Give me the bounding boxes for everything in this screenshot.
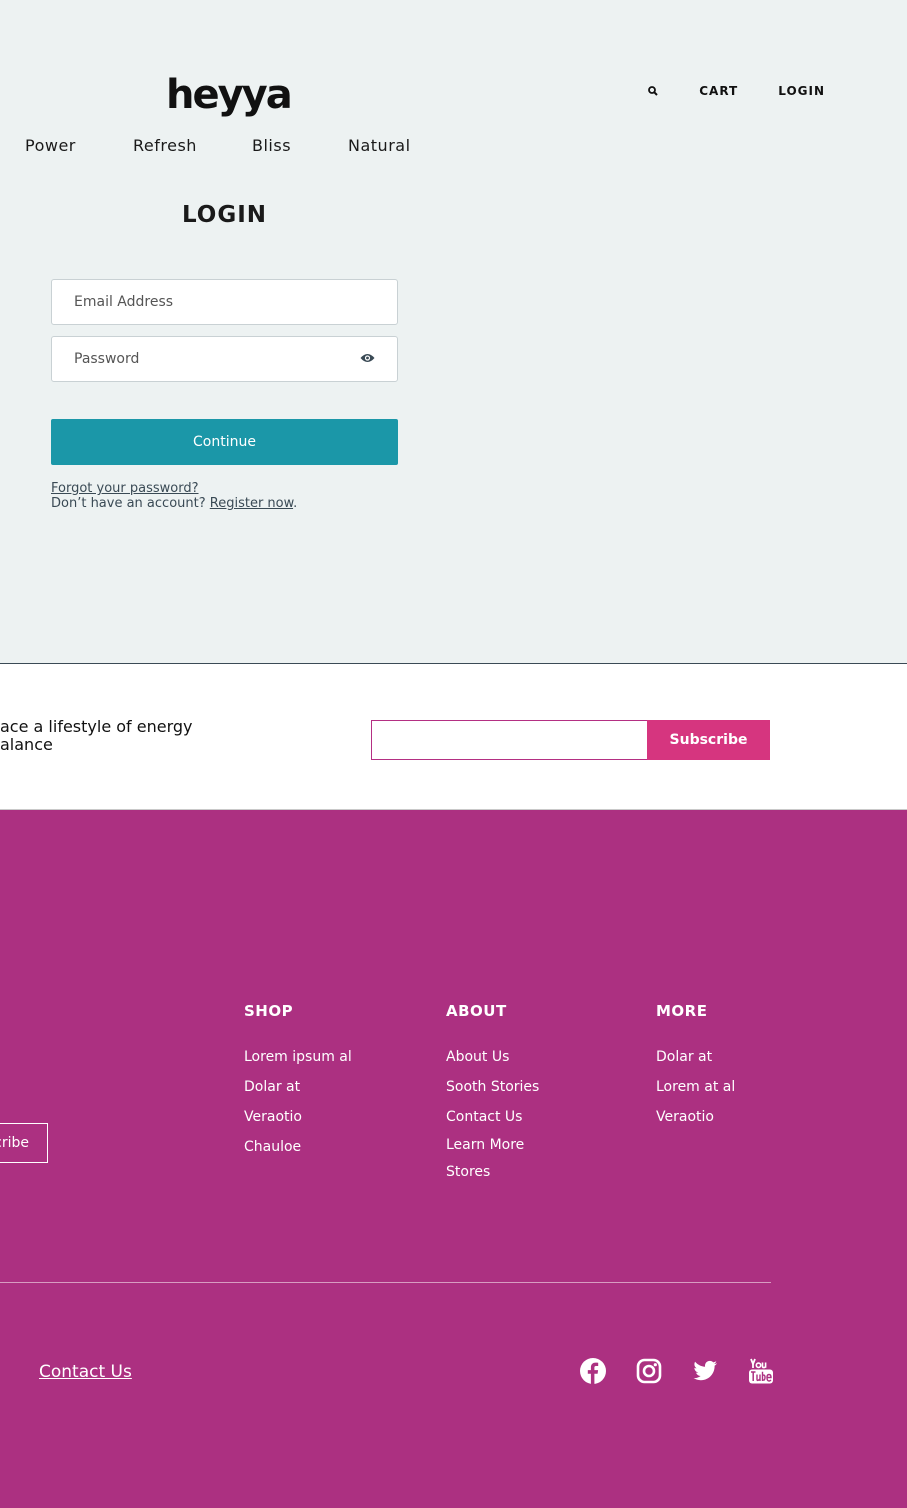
facebook-icon[interactable] [580,1358,606,1384]
email-field[interactable]: Email Address [51,279,398,325]
category-nav: Power Refresh Bliss Natural [25,136,411,155]
footer-column-more: MORE Dolar at Lorem at al Veraotio [656,1002,735,1132]
category-bliss[interactable]: Bliss [252,136,348,155]
footer-link[interactable]: Veraotio [656,1102,735,1132]
top-nav: CART LOGIN [647,84,825,98]
account-links: Forgot your password? Don’t have an acco… [51,481,297,511]
footer-link[interactable]: Lorem ipsum al [244,1042,352,1072]
category-natural[interactable]: Natural [348,136,411,155]
login-link[interactable]: LOGIN [778,84,825,98]
period-text: . [293,496,298,511]
footer-link[interactable]: Veraotio [244,1102,352,1132]
category-power[interactable]: Power [25,136,133,155]
password-field[interactable]: Password [51,336,398,382]
newsletter-text: ace a lifestyle of energy alance [0,718,193,754]
newsletter-section: ace a lifestyle of energy alance Subscri… [0,663,907,810]
footer-link[interactable]: Lorem at al [656,1072,735,1102]
email-placeholder: Email Address [74,294,174,310]
page-title: LOGIN [181,202,268,228]
footer-column-title: ABOUT [446,1002,507,1020]
social-links [580,1358,774,1384]
footer-link[interactable]: Chauloe [244,1132,352,1162]
newsletter-line-2: alance [0,735,53,754]
no-account-text: Don’t have an account? [51,496,210,511]
footer-link[interactable]: About Us [446,1042,539,1072]
footer-link[interactable]: Contact Us [446,1102,539,1132]
footer-link[interactable]: Stores [446,1159,539,1186]
footer-link[interactable]: Dolar at [656,1042,735,1072]
footer-link[interactable]: Learn More [446,1132,539,1159]
footer-divider [0,1282,771,1283]
footer-link[interactable]: Sooth Stories [446,1072,539,1102]
footer-column-shop: SHOP Lorem ipsum al Dolar at Veraotio Ch… [244,1002,352,1162]
continue-button[interactable]: Continue [51,419,398,465]
register-link[interactable]: Register now [210,496,293,511]
instagram-icon[interactable] [636,1358,662,1384]
twitter-icon[interactable] [692,1358,718,1384]
footer-column-title: SHOP [244,1002,294,1020]
footer-subscribe-button[interactable]: cribe [0,1123,48,1163]
password-placeholder: Password [74,351,140,367]
category-refresh[interactable]: Refresh [133,136,252,155]
brand-logo[interactable]: heyya [166,72,293,118]
subscribe-button[interactable]: Subscribe [647,720,770,760]
footer-contact-link[interactable]: Contact Us [39,1362,132,1382]
eye-icon[interactable] [360,351,375,367]
youtube-icon[interactable] [748,1358,774,1384]
cart-link[interactable]: CART [699,84,738,98]
footer-column-title: MORE [656,1002,708,1020]
search-icon[interactable] [647,85,659,97]
newsletter-email-input[interactable] [371,720,648,760]
newsletter-line-1: ace a lifestyle of energy [0,717,193,736]
footer: cribe SHOP Lorem ipsum al Dolar at Verao… [0,810,907,1508]
footer-link[interactable]: Dolar at [244,1072,352,1102]
forgot-password-link[interactable]: Forgot your password? [51,481,199,496]
footer-column-about: ABOUT About Us Sooth Stories Contact Us … [446,1002,539,1186]
